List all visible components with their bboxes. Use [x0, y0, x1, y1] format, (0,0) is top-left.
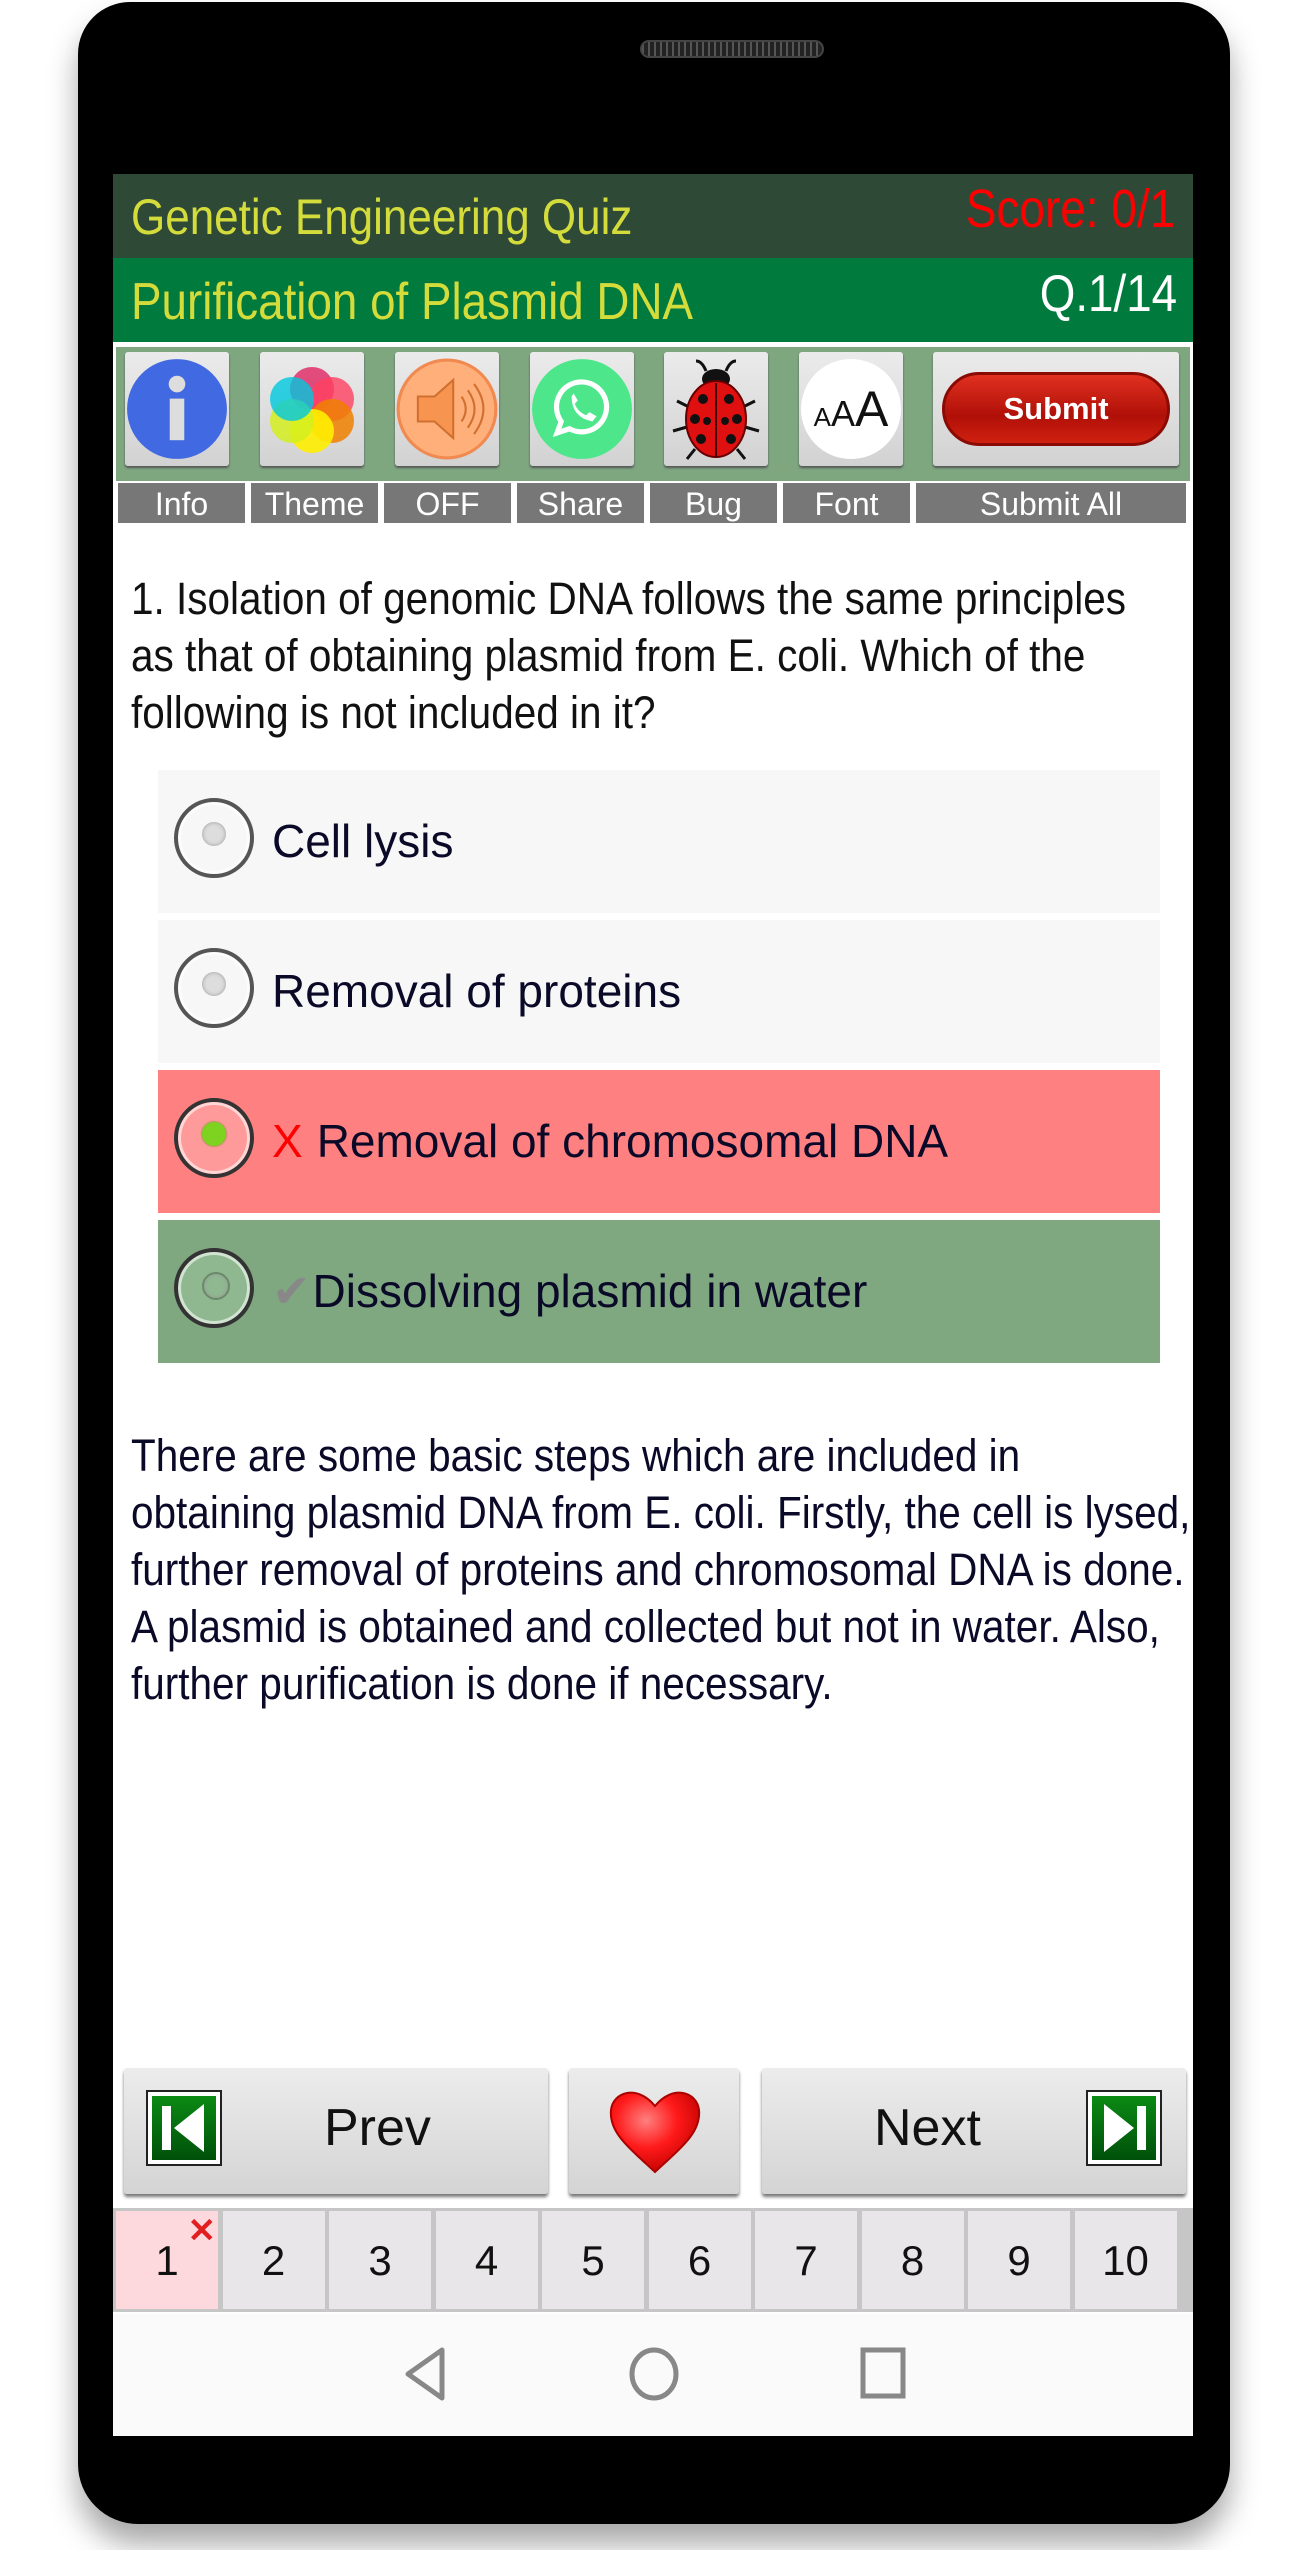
option-text: Removal of chromosomal DNA	[316, 1115, 949, 1167]
page-button-9[interactable]: 9	[968, 2211, 1070, 2309]
page-number: 7	[794, 2237, 818, 2284]
page-button-4[interactable]: 4	[435, 2211, 538, 2309]
page-button-6[interactable]: 6	[648, 2211, 751, 2309]
font-glyph-small: A	[813, 402, 831, 432]
system-navigation-bar	[113, 2314, 1193, 2436]
wrong-mark-icon: X	[272, 1115, 303, 1167]
app-screen: Genetic Engineering Quiz Score: 0/1 Puri…	[113, 174, 1193, 2436]
radio-button[interactable]	[174, 948, 254, 1028]
radio-button[interactable]	[174, 798, 254, 878]
info-label: Info	[118, 483, 245, 523]
speaker-icon	[396, 358, 498, 460]
page-number: 5	[581, 2237, 605, 2284]
question-counter: Q.1/14	[1039, 265, 1177, 323]
share-button[interactable]	[530, 352, 634, 466]
back-icon[interactable]	[400, 2346, 450, 2402]
page-number: 9	[1007, 2237, 1031, 2284]
ladybug-icon	[672, 359, 760, 460]
prev-icon	[146, 2090, 222, 2166]
font-size-button[interactable]: AAA	[799, 352, 903, 466]
question-text: 1. Isolation of genomic DNA follows the …	[131, 573, 1126, 738]
info-icon	[127, 359, 227, 459]
radio-dot	[202, 822, 226, 846]
next-button[interactable]: Next	[762, 2068, 1186, 2194]
option-label: ✔Dissolving plasmid in water	[272, 1264, 867, 1318]
page-button-3[interactable]: 3	[329, 2211, 431, 2309]
prev-button[interactable]: Prev	[124, 2068, 548, 2194]
report-bug-button[interactable]	[664, 352, 768, 466]
bug-label: Bug	[650, 483, 777, 523]
radio-button-selected[interactable]	[174, 1098, 254, 1178]
score-display: Score: 0/1	[965, 179, 1175, 239]
page-number: 10	[1102, 2237, 1149, 2284]
page-button-7[interactable]: 7	[755, 2211, 857, 2309]
option-label: Removal of proteins	[272, 964, 681, 1018]
radio-dot-selected	[202, 1122, 226, 1146]
theme-petals-icon	[270, 367, 354, 453]
option-1[interactable]: Cell lysis	[158, 770, 1160, 913]
question-page-strip: 1 ✕ 2 3 4 5 6 7 8 9 10	[113, 2208, 1193, 2312]
radio-dot	[202, 1272, 230, 1300]
font-size-icon: AAA	[801, 359, 901, 459]
app-title: Genetic Engineering Quiz	[131, 189, 633, 245]
option-label: X Removal of chromosomal DNA	[272, 1114, 948, 1168]
favorite-button[interactable]	[569, 2068, 739, 2194]
theme-label: Theme	[251, 483, 378, 523]
page-number: 8	[900, 2237, 925, 2284]
page-number: 2	[261, 2237, 286, 2284]
option-text: Dissolving plasmid in water	[312, 1265, 868, 1317]
page-number: 1	[155, 2237, 179, 2284]
option-3-wrong[interactable]: X Removal of chromosomal DNA	[158, 1070, 1160, 1213]
page-button-2[interactable]: 2	[222, 2211, 325, 2309]
title-bar: Genetic Engineering Quiz Score: 0/1	[113, 174, 1193, 258]
topic-title: Purification of Plasmid DNA	[131, 273, 694, 331]
theme-button[interactable]	[260, 352, 364, 466]
submit-pill: Submit	[942, 372, 1170, 446]
toolbar: AAA Submit Info Theme OFF Share Bug Font…	[113, 344, 1193, 526]
option-label: Cell lysis	[272, 814, 453, 868]
submit-all-label: Submit All	[916, 483, 1186, 523]
earpiece-speaker	[640, 40, 824, 58]
next-icon	[1086, 2090, 1162, 2166]
page-number: 3	[368, 2237, 392, 2284]
page-button-8[interactable]: 8	[861, 2211, 964, 2309]
sound-toggle-button[interactable]	[395, 352, 499, 466]
page-button-1[interactable]: 1 ✕	[116, 2211, 218, 2309]
next-label: Next	[874, 2099, 981, 2157]
heart-icon	[609, 2091, 701, 2174]
sound-label: OFF	[384, 483, 511, 523]
font-label: Font	[783, 483, 910, 523]
info-button[interactable]	[125, 352, 229, 466]
explanation-text: There are some basic steps which are inc…	[131, 1430, 1191, 1709]
recents-icon[interactable]	[859, 2346, 907, 2402]
page-button-10[interactable]: 10	[1074, 2211, 1177, 2309]
radio-button[interactable]	[174, 1248, 254, 1328]
correct-check-icon: ✔	[272, 1265, 311, 1317]
font-glyph-medium: A	[830, 393, 855, 434]
home-icon[interactable]	[628, 2346, 680, 2402]
topic-bar: Purification of Plasmid DNA Q.1/14	[113, 258, 1193, 342]
font-glyph-large: A	[855, 381, 889, 437]
option-text: Cell lysis	[272, 815, 454, 867]
wrong-badge-icon: ✕	[187, 2212, 217, 2250]
page-number: 6	[687, 2237, 712, 2284]
submit-all-button[interactable]: Submit	[933, 352, 1179, 466]
option-2[interactable]: Removal of proteins	[158, 920, 1160, 1063]
page-number: 4	[474, 2237, 499, 2284]
option-text: Removal of proteins	[272, 965, 682, 1017]
radio-dot	[202, 972, 226, 996]
share-label: Share	[517, 483, 644, 523]
page-button-5[interactable]: 5	[542, 2211, 644, 2309]
option-4-correct[interactable]: ✔Dissolving plasmid in water	[158, 1220, 1160, 1363]
prev-label: Prev	[324, 2099, 431, 2157]
whatsapp-icon	[532, 359, 632, 459]
